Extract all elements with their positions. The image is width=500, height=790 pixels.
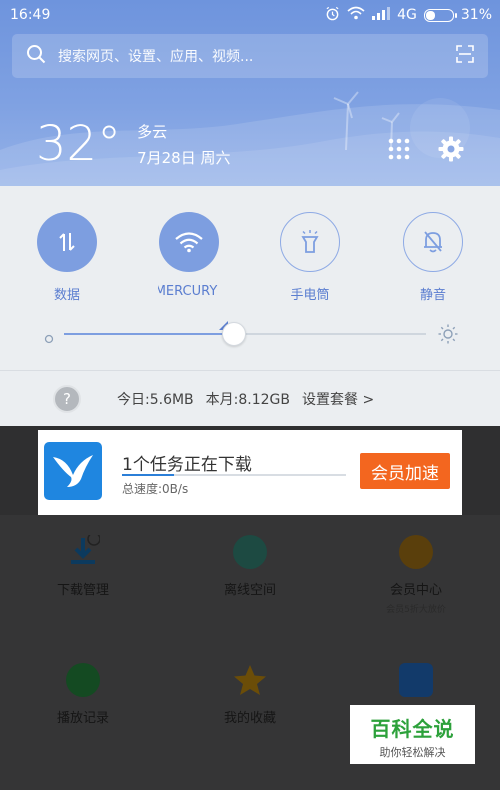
brightness-fill xyxy=(64,333,235,335)
bg-tile-label: 会员中心 xyxy=(389,583,442,598)
toggle-mute[interactable]: 静音 xyxy=(383,212,483,303)
brightness-low-icon xyxy=(44,329,54,348)
bell-off-icon xyxy=(403,212,463,272)
download-speed: 总速度:0B/s xyxy=(122,482,189,496)
quick-settings-panel: 数据 MERCURY 手电筒 静音 ? 今日:5.6MB 本月:8.12GB 设… xyxy=(0,186,500,426)
watermark: 百科全说 助你轻松解决 xyxy=(350,705,475,764)
bg-tile-label: 离线空间 xyxy=(223,583,276,598)
bg-tile-favorites: 我的收藏 xyxy=(167,663,333,726)
bg-tile-sub: 会员5折大放价 xyxy=(386,605,446,615)
help-icon[interactable]: ? xyxy=(53,384,81,413)
bg-tile-label: 我的收藏 xyxy=(223,711,276,726)
bird-app-icon xyxy=(44,442,102,500)
flashlight-icon xyxy=(280,212,340,272)
bg-tile-offline: 离线空间 xyxy=(167,535,333,598)
data-month: 本月:8.12GB xyxy=(205,391,291,408)
battery-icon xyxy=(423,8,457,22)
brightness-slider[interactable] xyxy=(40,322,460,346)
brightness-high-icon xyxy=(438,324,458,348)
toggle-label: 手电筒 xyxy=(290,288,330,303)
weather-date: 7月28日 周六 xyxy=(137,149,231,167)
wifi-icon xyxy=(159,212,219,272)
notification-header: 16:49 4G 31% 搜索网页、设置、应用、视频... 32° 多云 7月2… xyxy=(0,0,500,186)
bg-tile-download: 下载管理 xyxy=(0,532,166,598)
star-icon xyxy=(233,663,267,697)
toggle-label: 数据 xyxy=(53,288,80,303)
bg-tile-history: 播放记录 xyxy=(0,663,166,726)
toggle-data[interactable]: 数据 xyxy=(17,212,117,303)
toggle-label: 静音 xyxy=(419,288,446,303)
download-progress xyxy=(122,474,346,476)
bg-tile-vip: 会员中心 会员5折大放价 xyxy=(333,535,499,615)
vip-icon xyxy=(399,535,433,569)
toggle-label: MERCURY xyxy=(158,284,218,299)
download-icon xyxy=(66,532,101,569)
scan-icon[interactable] xyxy=(456,45,474,67)
download-notification[interactable]: 1个任务正在下载 总速度:0B/s 会员加速 xyxy=(38,430,462,515)
watermark-title: 百科全说 xyxy=(370,717,455,741)
watermark-subtitle: 助你轻松解决 xyxy=(379,746,446,759)
toggle-wifi[interactable]: MERCURY xyxy=(139,212,239,330)
gear-icon[interactable] xyxy=(438,136,464,166)
data-usage-row: ? 今日:5.6MB 本月:8.12GB 设置套餐 > xyxy=(0,370,500,426)
bg-tile-like xyxy=(333,663,499,707)
toggle-flashlight[interactable]: 手电筒 xyxy=(260,212,360,303)
data-arrows-icon xyxy=(37,212,97,272)
data-today: 今日:5.6MB xyxy=(117,391,194,408)
bg-tile-label: 下载管理 xyxy=(56,583,109,598)
temperature: 32° xyxy=(36,116,122,172)
search-icon xyxy=(26,44,46,68)
apps-grid-icon[interactable] xyxy=(388,138,410,164)
thumbs-up-icon xyxy=(399,663,433,697)
plan-settings-link[interactable]: 设置套餐 > xyxy=(302,389,374,409)
weather-widget[interactable]: 32° 多云 7月28日 周六 xyxy=(36,116,230,172)
search-bar[interactable]: 搜索网页、设置、应用、视频... xyxy=(12,34,488,78)
notification-title: 1个任务正在下载 xyxy=(122,455,252,475)
weather-condition: 多云 xyxy=(137,123,168,141)
vip-boost-button[interactable]: 会员加速 xyxy=(360,453,450,489)
clock-icon xyxy=(66,663,100,697)
search-placeholder: 搜索网页、设置、应用、视频... xyxy=(58,49,254,65)
brightness-knob[interactable] xyxy=(222,322,247,346)
bg-tile-label: 播放记录 xyxy=(56,711,109,726)
cloud-icon xyxy=(233,535,267,569)
brightness-track[interactable] xyxy=(64,322,426,346)
